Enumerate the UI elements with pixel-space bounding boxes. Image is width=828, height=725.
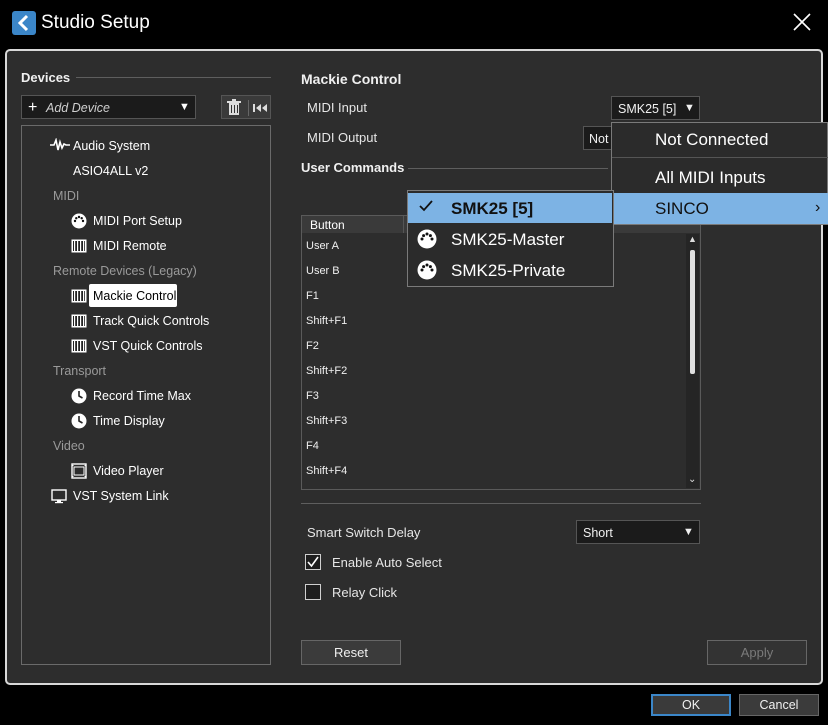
submenu-item-smk25-private[interactable]: SMK25-Private <box>451 261 565 281</box>
devices-divider <box>76 77 271 78</box>
midi-input-combo[interactable]: SMK25 [5] ▼ <box>611 96 700 120</box>
list-item[interactable]: User B <box>306 265 340 277</box>
tree-item-midi-port-setup[interactable]: MIDI Port Setup <box>93 214 182 228</box>
submenu-item-smk25-5[interactable]: SMK25 [5] <box>451 199 533 219</box>
enable-auto-select-label: Enable Auto Select <box>332 555 442 570</box>
list-item[interactable]: F3 <box>306 390 319 402</box>
cubase-app-icon <box>12 11 36 35</box>
menu-separator <box>612 157 828 158</box>
ok-button[interactable]: OK <box>651 694 731 716</box>
cancel-button[interactable]: Cancel <box>739 694 819 716</box>
relay-click-label: Relay Click <box>332 585 398 600</box>
chevron-right-icon: › <box>815 199 821 216</box>
menu-item-all-midi-inputs[interactable]: All MIDI Inputs <box>655 168 766 188</box>
midi-port-icon <box>417 229 437 252</box>
clock-icon <box>71 388 87 407</box>
scrollbar-thumb[interactable] <box>690 250 695 374</box>
menu-item-not-connected[interactable]: Not Connected <box>655 130 768 150</box>
tree-item-record-time-max[interactable]: Record Time Max <box>93 389 191 403</box>
list-item[interactable]: Shift+F4 <box>306 465 347 477</box>
smart-switch-delay-combo[interactable]: Short ▼ <box>576 520 700 544</box>
plus-icon: + <box>28 99 38 116</box>
tree-item-video-player[interactable]: Video Player <box>93 464 164 478</box>
add-device-combo[interactable]: + Add Device ▼ <box>21 95 196 119</box>
midi-output-value: Not <box>589 132 609 146</box>
tree-item-midi-remote[interactable]: MIDI Remote <box>93 239 167 253</box>
chevron-down-icon: ▼ <box>179 101 190 113</box>
list-item[interactable]: F1 <box>306 290 319 302</box>
list-item[interactable]: User A <box>306 240 339 252</box>
keyboard-icon <box>71 288 87 307</box>
user-commands-divider <box>408 168 608 169</box>
film-icon <box>71 463 87 482</box>
list-item[interactable]: F4 <box>306 440 319 452</box>
list-item[interactable]: Shift+F1 <box>306 315 347 327</box>
menu-item-sinco-highlight <box>612 193 828 224</box>
window-title: Studio Setup <box>41 12 150 33</box>
reset-button[interactable]: Reset <box>301 640 401 665</box>
menu-item-sinco[interactable]: SINCO <box>655 199 709 219</box>
tree-category-remote-devices: Remote Devices (Legacy) <box>53 264 197 278</box>
tree-item-audio-system[interactable]: Audio System <box>73 139 150 153</box>
clock-icon <box>71 413 87 432</box>
tree-item-track-quick-controls[interactable]: Track Quick Controls <box>93 314 209 328</box>
scroll-down-icon[interactable]: ⌄ <box>688 474 696 485</box>
device-title: Mackie Control <box>301 71 402 87</box>
tree-item-asio[interactable]: ASIO4ALL v2 <box>73 164 148 178</box>
midi-port-icon <box>417 260 437 283</box>
apply-button[interactable]: Apply <box>707 640 807 665</box>
user-commands-header: User Commands <box>301 160 405 175</box>
reset-device-icon[interactable] <box>252 101 268 118</box>
keyboard-icon <box>71 238 87 257</box>
column-button-label: Button <box>310 218 345 232</box>
midi-output-label: MIDI Output <box>307 130 378 145</box>
list-header-button[interactable]: Button <box>302 216 404 233</box>
tree-item-vst-system-link[interactable]: VST System Link <box>73 489 169 503</box>
smart-switch-delay-value: Short <box>583 526 613 540</box>
actions-divider <box>248 100 249 116</box>
submenu-item-smk25-master[interactable]: SMK25-Master <box>451 230 564 250</box>
keyboard-icon <box>71 338 87 357</box>
tree-item-time-display[interactable]: Time Display <box>93 414 165 428</box>
trash-icon[interactable] <box>226 99 242 119</box>
midi-input-value: SMK25 [5] <box>618 102 677 116</box>
midi-input-label: MIDI Input <box>307 100 367 115</box>
midi-port-icon <box>71 213 87 232</box>
chevron-down-icon: ▼ <box>684 102 695 114</box>
scroll-up-icon[interactable]: ▲ <box>688 234 697 244</box>
enable-auto-select-checkbox[interactable] <box>305 554 321 570</box>
options-divider <box>301 503 701 504</box>
device-actions <box>221 95 271 119</box>
list-item[interactable]: Shift+F2 <box>306 365 347 377</box>
checkmark-icon <box>418 199 434 216</box>
tree-category-midi: MIDI <box>53 189 80 203</box>
waveform-icon <box>50 137 70 155</box>
tree-item-mackie-control[interactable]: Mackie Control <box>93 289 176 303</box>
tree-category-transport: Transport <box>53 364 107 378</box>
monitor-icon <box>51 488 67 507</box>
add-device-label: Add Device <box>46 101 110 115</box>
chevron-down-icon: ▼ <box>683 526 694 538</box>
list-item[interactable]: Shift+F3 <box>306 415 347 427</box>
list-item[interactable]: F2 <box>306 340 319 352</box>
keyboard-icon <box>71 313 87 332</box>
smart-switch-delay-label: Smart Switch Delay <box>307 525 421 540</box>
close-icon[interactable] <box>790 10 814 34</box>
tree-category-video: Video <box>53 439 85 453</box>
devices-header: Devices <box>21 70 71 85</box>
relay-click-checkbox[interactable] <box>305 584 321 600</box>
tree-item-vst-quick-controls[interactable]: VST Quick Controls <box>93 339 203 353</box>
